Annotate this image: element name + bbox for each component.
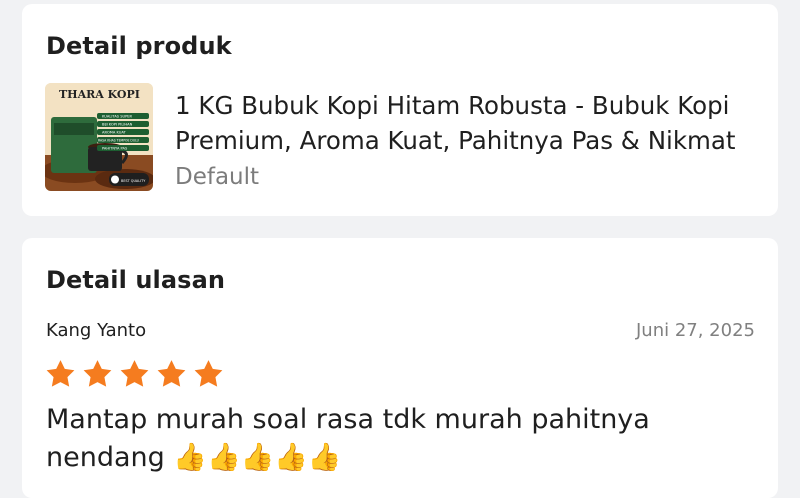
thumbnail-brand: THARA KOPI (59, 88, 140, 101)
reviewer-name: Kang Yanto (46, 320, 147, 341)
star-rating (44, 358, 225, 390)
thumbnail-badge: RASA KHAS TEMPOE DULU (98, 139, 139, 143)
review-detail-card: Detail ulasan Kang Yanto Juni 27, 2025 M… (22, 238, 778, 498)
review-section-title: Detail ulasan (46, 266, 226, 294)
star-icon (46, 360, 75, 387)
review-date: Juni 27, 2025 (635, 320, 755, 341)
product-variant: Default (175, 164, 260, 190)
thumbnail-badge: AROMA KUAT (102, 131, 127, 135)
star-icon (83, 360, 112, 387)
star-icon (157, 360, 186, 387)
thumbnail-badge: PAHITNYA PAS (102, 147, 128, 151)
product-name[interactable]: 1 KG Bubuk Kopi Hitam Robusta - Bubuk Ko… (175, 88, 765, 158)
product-section-title: Detail produk (46, 32, 232, 60)
product-thumbnail[interactable]: THARA KOPI KUALITAS SUPER BIJI KOPI PILI… (45, 83, 153, 191)
star-icon (120, 360, 149, 387)
star-icon (194, 360, 223, 387)
thumbnail-badge: BIJI KOPI PILIHAN (102, 123, 133, 127)
product-detail-card: Detail produk THARA KOPI KUALITAS SUPER (22, 4, 778, 216)
thumbnail-badge: KUALITAS SUPER (102, 115, 133, 119)
thumbnail-quality-badge: BEST QUALITY (121, 179, 146, 183)
review-text: Mantap murah soal rasa tdk murah pahitny… (46, 404, 650, 473)
